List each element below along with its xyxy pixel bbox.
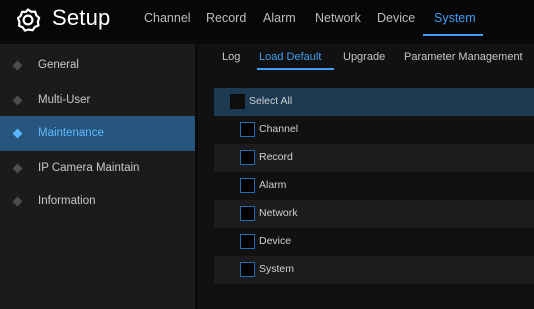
tab-channel[interactable]: Channel [144,11,191,25]
sidebar-item-maintenance[interactable]: Maintenance [0,116,195,151]
select-all-label: Select All [249,95,293,107]
sidebar-item-label: Maintenance [38,127,104,139]
sidebar: General Multi-User Maintenance IP Camera… [0,44,195,309]
option-row-alarm: Alarm [214,172,534,200]
option-label: Device [259,235,292,247]
option-row-record: Record [214,144,534,172]
active-subtab-indicator [257,68,334,70]
select-all-row: Select All [214,88,534,116]
sidebar-item-label: IP Camera Maintain [38,162,140,174]
option-label: Record [259,151,293,163]
network-checkbox[interactable] [240,206,255,221]
device-checkbox[interactable] [240,234,255,249]
subtab-parameter-management[interactable]: Parameter Management [404,51,523,63]
sidebar-item-general[interactable]: General [0,48,195,83]
diamond-icon [12,95,23,106]
option-row-system: System [214,256,534,284]
sidebar-item-ip-camera-maintain[interactable]: IP Camera Maintain [0,151,195,186]
subtab-load-default[interactable]: Load Default [259,51,321,63]
sidebar-item-label: Multi-User [38,94,91,106]
diamond-icon [12,196,23,207]
sidebar-item-multi-user[interactable]: Multi-User [0,83,195,118]
select-all-checkbox[interactable] [230,94,245,109]
page-title: Setup [52,5,111,30]
channel-checkbox[interactable] [240,122,255,137]
tab-system[interactable]: System [434,11,476,25]
content-panel: Log Load Default Upgrade Parameter Manag… [198,44,534,309]
option-label: Alarm [259,179,287,191]
gear-icon [16,8,41,32]
option-row-device: Device [214,228,534,256]
sidebar-item-label: General [38,59,79,71]
subtab-log[interactable]: Log [222,51,240,63]
option-label: Network [259,207,298,219]
option-row-network: Network [214,200,534,228]
option-label: System [259,263,295,275]
diamond-icon [12,128,23,139]
tab-device[interactable]: Device [377,11,415,25]
tab-alarm[interactable]: Alarm [263,11,296,25]
diamond-icon [12,60,23,71]
system-checkbox[interactable] [240,262,255,277]
option-row-channel: Channel [214,116,534,144]
sidebar-item-information[interactable]: Information [0,184,195,219]
diamond-icon [12,163,23,174]
tab-network[interactable]: Network [315,11,361,25]
subtab-upgrade[interactable]: Upgrade [343,51,385,63]
active-tab-indicator [423,34,483,36]
option-label: Channel [259,123,299,135]
top-bar: Setup Channel Record Alarm Network Devic… [0,0,534,40]
tab-record[interactable]: Record [206,11,246,25]
alarm-checkbox[interactable] [240,178,255,193]
record-checkbox[interactable] [240,150,255,165]
sidebar-item-label: Information [38,195,96,207]
